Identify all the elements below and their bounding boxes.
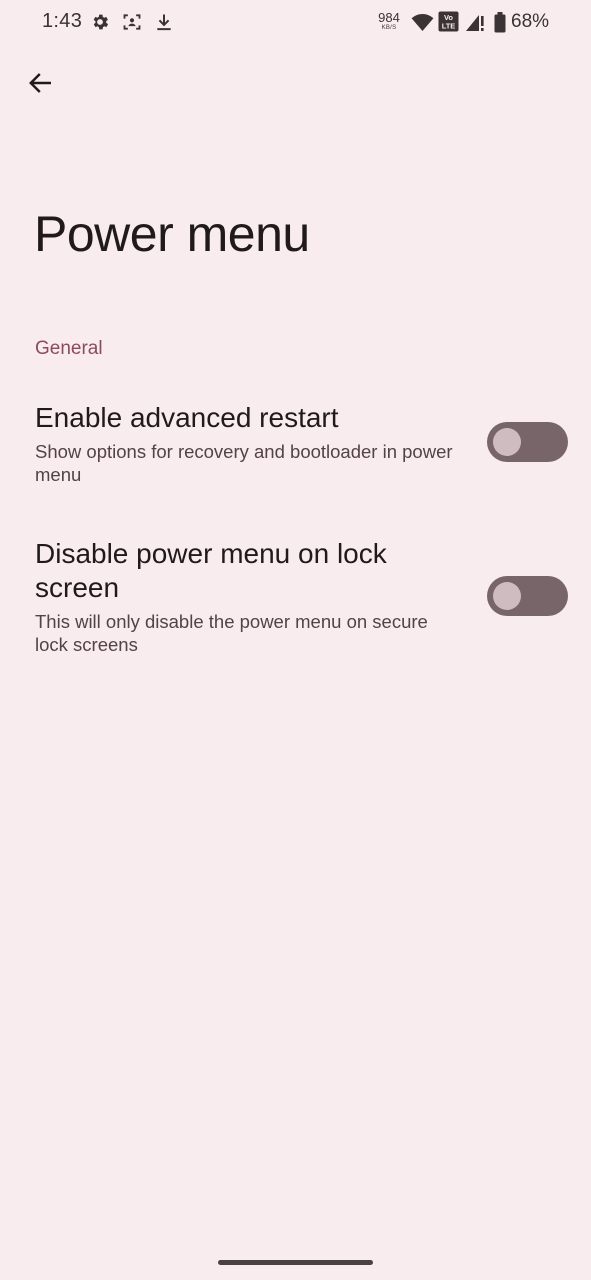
arrow-back-icon <box>29 73 51 93</box>
status-time: 1:43 <box>42 10 83 32</box>
section-header-general: General <box>35 338 103 359</box>
wifi-icon <box>411 13 434 37</box>
battery-icon <box>494 12 506 38</box>
toggle-thumb <box>493 428 521 456</box>
network-speed: 984 KB/S <box>376 11 402 31</box>
gear-icon <box>90 12 110 37</box>
status-bar: 1:43 984 KB/S Vo LTE 68% <box>0 0 591 46</box>
svg-text:LTE: LTE <box>442 22 456 31</box>
volte-icon: Vo LTE <box>438 11 459 37</box>
back-button[interactable] <box>20 63 60 103</box>
setting-title: Disable power menu on lock screen <box>35 538 387 603</box>
setting-summary: Show options for recovery and bootloader… <box>35 441 453 485</box>
setting-enable-advanced-restart[interactable]: Enable advanced restart Show options for… <box>0 380 591 505</box>
setting-title: Enable advanced restart <box>35 402 339 433</box>
network-speed-value: 984 <box>378 10 400 25</box>
advanced-restart-toggle[interactable] <box>487 422 568 462</box>
setting-disable-power-menu-lock-screen[interactable]: Disable power menu on lock screen This w… <box>0 520 591 680</box>
home-indicator[interactable] <box>218 1260 373 1265</box>
network-speed-unit: KB/S <box>381 25 397 31</box>
face-scan-icon <box>122 12 142 37</box>
signal-icon <box>465 13 485 37</box>
lock-screen-power-menu-toggle[interactable] <box>487 576 568 616</box>
setting-summary: This will only disable the power menu on… <box>35 611 428 655</box>
battery-percentage: 68% <box>511 11 550 32</box>
download-icon <box>154 12 174 37</box>
toggle-thumb <box>493 582 521 610</box>
page-title: Power menu <box>34 206 310 262</box>
